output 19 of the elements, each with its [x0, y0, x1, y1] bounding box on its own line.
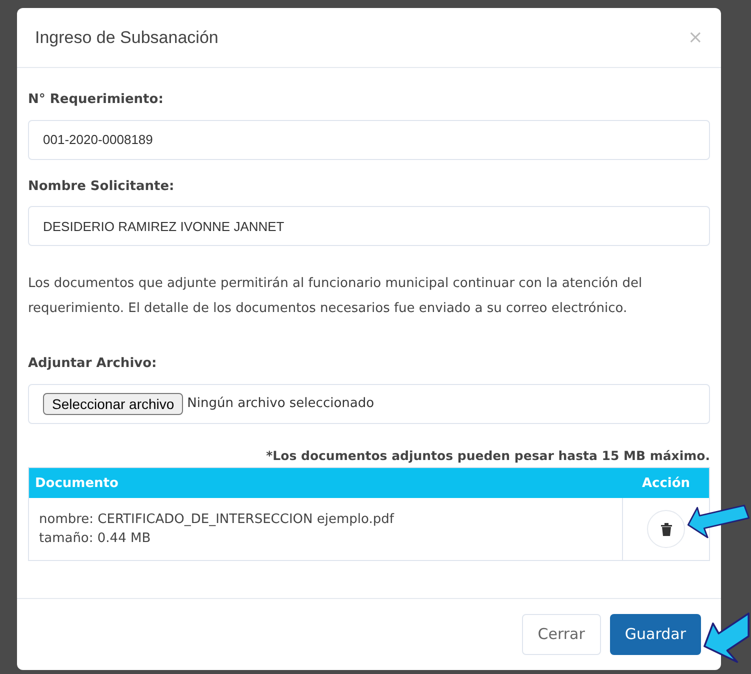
modal-title: Ingreso de Subsanación: [35, 26, 218, 49]
cancel-button[interactable]: Cerrar: [522, 614, 601, 655]
column-header: Documento: [34, 474, 120, 492]
field-label: N° Requerimiento:: [28, 91, 164, 109]
input-field[interactable]: DESIDERIO RAMIREZ IVONNE JANNET: [28, 206, 710, 246]
save-button[interactable]: Guardar: [610, 614, 701, 655]
input-field[interactable]: 001-2020-0008189: [28, 120, 710, 160]
notice-text: Los documentos que adjunte permitirán al funcionario municipal continuar con la atención del requerimiento. El detalle de los documentos necesarios fue enviado a su correo electrónico.: [28, 275, 644, 318]
file-input[interactable]: Seleccionar archivo Ningún archivo seleccionado: [28, 384, 710, 424]
document-size: tamaño: 0.44 MB: [39, 530, 151, 548]
document-name: nombre: CERTIFICADO_DE_INTERSECCION ejemplo.pdf: [39, 510, 394, 529]
size-limit-note: *Los documentos adjuntos pueden pesar hasta 15 MB máximo.: [266, 446, 710, 465]
field-label: Adjuntar Archivo:: [28, 355, 157, 373]
choose-file-button[interactable]: Seleccionar archivo: [43, 392, 184, 414]
file-status-text: Ningún archivo seleccionado: [187, 394, 374, 413]
column-header: Acción: [640, 474, 692, 492]
field-label: Nombre Solicitante:: [28, 178, 174, 196]
delete-button[interactable]: [647, 510, 685, 548]
trash-icon: [660, 522, 672, 536]
